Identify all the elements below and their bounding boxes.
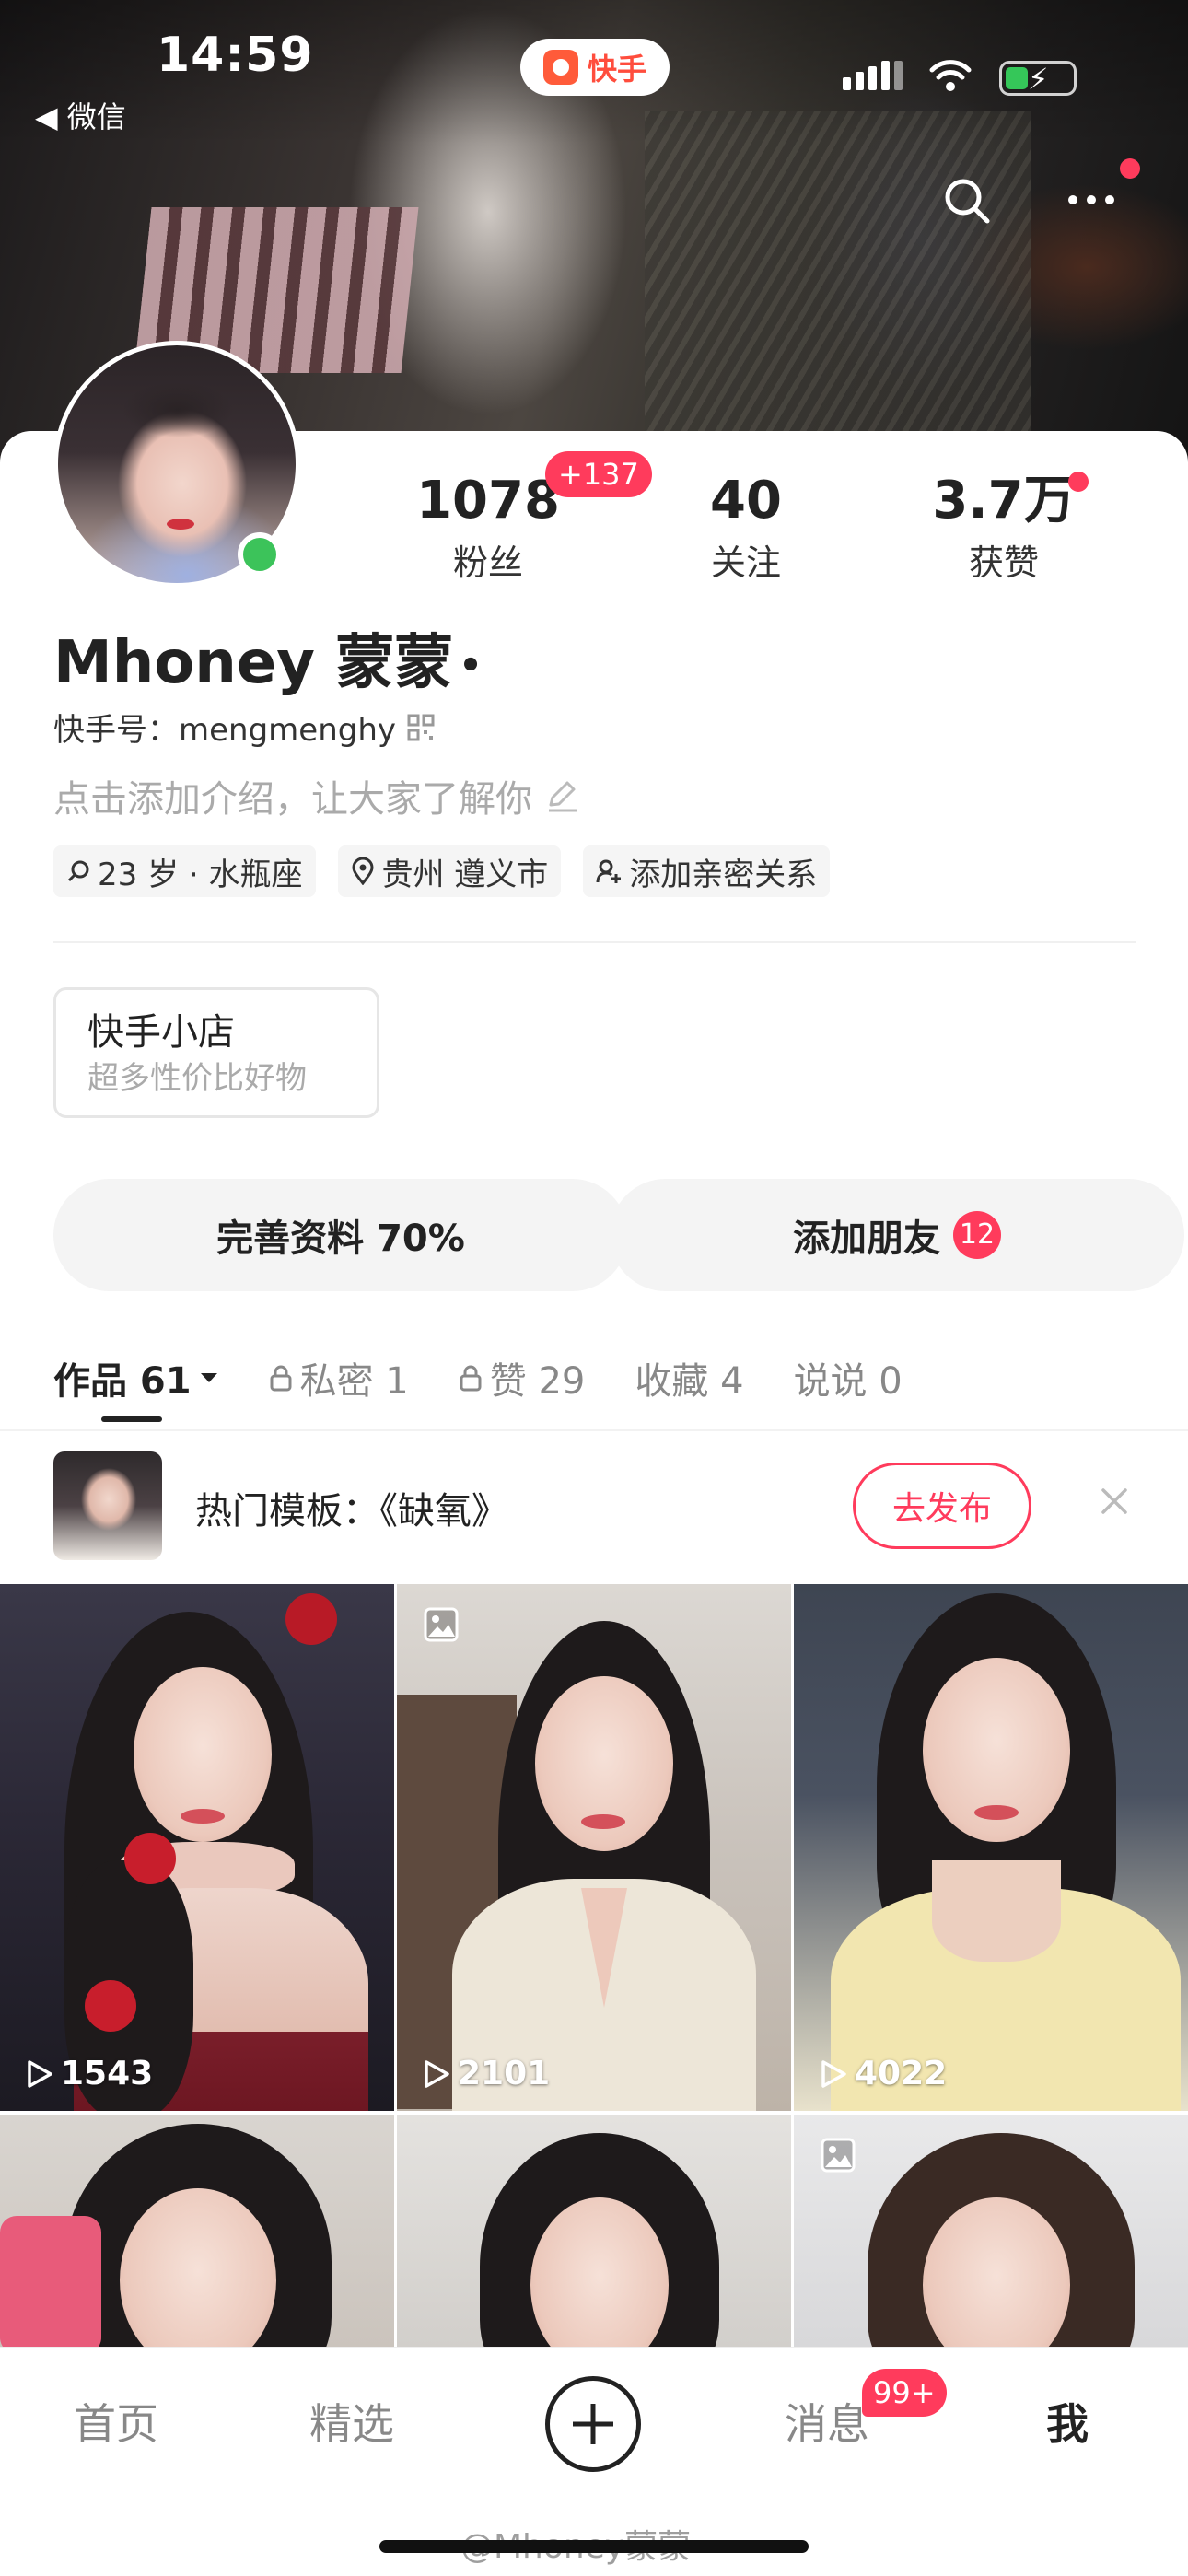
shop-subtitle: 超多性价比好物 <box>87 1060 307 1097</box>
stat-fans-label: 粉丝 <box>452 542 523 583</box>
tab-liked-label: 赞 29 <box>489 1360 586 1403</box>
signal-icon <box>843 61 903 90</box>
add-friend-count-badge: 12 <box>953 1211 1001 1259</box>
intro-prompt[interactable]: 点击添加介绍，让大家了解你 <box>53 769 580 822</box>
kuaishou-logo-icon <box>542 50 578 85</box>
username-text: Mhoney 蒙蒙 <box>53 629 454 697</box>
likes-notification-dot <box>1068 472 1089 492</box>
qrcode-icon[interactable] <box>407 714 435 741</box>
create-post-plus-icon[interactable] <box>545 2376 641 2472</box>
tab-favorites[interactable]: 收藏 4 <box>635 1351 743 1405</box>
add-friend-label: 添加朋友 <box>793 1218 940 1260</box>
shop-title: 快手小店 <box>87 1011 235 1054</box>
tabs-divider <box>0 1429 1188 1431</box>
profile-tags: 23 岁 · 水瓶座 贵州 遵义市 添加亲密关系 <box>53 845 831 897</box>
play-icon <box>28 2059 52 2088</box>
video-tile[interactable] <box>397 2115 791 2347</box>
complete-profile-button[interactable]: 完善资料 70% <box>53 1179 628 1291</box>
tab-works[interactable]: 作品 61 <box>53 1351 219 1405</box>
tag-age[interactable]: 23 岁 · 水瓶座 <box>53 845 316 897</box>
tab-favorites-label: 收藏 4 <box>635 1360 744 1403</box>
active-tab-indicator <box>101 1416 162 1422</box>
publish-template-button[interactable]: 去发布 <box>853 1463 1031 1549</box>
edit-pencil-icon <box>549 781 577 812</box>
tab-private[interactable]: 私密 1 <box>269 1351 409 1405</box>
tab-posts-label: 说说 0 <box>793 1360 903 1403</box>
stat-following-label: 关注 <box>710 542 781 583</box>
view-count: 2101 <box>423 2055 550 2092</box>
video-tile[interactable]: 2101 <box>397 1584 791 2111</box>
stat-likes-label: 获赞 <box>968 542 1039 583</box>
add-friend-button[interactable]: 添加朋友 12 <box>610 1179 1184 1291</box>
view-count-value: 1543 <box>61 2055 154 2092</box>
tab-private-label: 私密 1 <box>299 1360 409 1403</box>
gender-icon <box>67 860 89 882</box>
hot-template-text: 热门模板：《缺氧》 <box>195 1490 508 1533</box>
divider <box>53 941 1136 943</box>
more-icon[interactable] <box>1068 195 1114 204</box>
search-icon[interactable] <box>943 177 991 225</box>
back-to-wechat-link[interactable]: ◀ 微信 <box>35 94 126 136</box>
notification-dot <box>1120 158 1140 179</box>
stat-following[interactable]: 40 关注 <box>654 468 838 585</box>
intro-placeholder: 点击添加介绍，让大家了解你 <box>53 778 532 821</box>
image-post-icon <box>820 2137 856 2174</box>
hot-template-thumbnail[interactable] <box>53 1451 162 1560</box>
play-icon <box>821 2059 846 2088</box>
nav-featured[interactable]: 精选 <box>309 2391 394 2452</box>
kuaishou-shop-card[interactable]: 快手小店 超多性价比好物 <box>53 987 379 1118</box>
tab-posts[interactable]: 说说 0 <box>794 1351 903 1405</box>
view-count-value: 4022 <box>855 2055 948 2092</box>
lock-icon <box>270 1365 292 1392</box>
video-tile[interactable]: 1543 <box>0 1584 394 2111</box>
nav-messages[interactable]: 消息 <box>785 2391 869 2452</box>
messages-count-badge: 99+ <box>862 2369 947 2417</box>
location-pin-icon <box>351 857 374 885</box>
online-status-dot <box>238 532 282 577</box>
video-tile[interactable] <box>794 2115 1188 2347</box>
tag-location[interactable]: 贵州 遵义市 <box>337 845 562 897</box>
home-indicator[interactable] <box>379 2540 809 2553</box>
new-fans-badge: +137 <box>545 451 652 497</box>
add-person-icon <box>596 859 622 883</box>
app-pill[interactable]: 快手 <box>520 39 670 96</box>
kuaishou-id[interactable]: 快手号：mengmenghy <box>53 705 435 750</box>
content-tabs: 作品 61 私密 1 赞 29 收藏 4 说说 0 <box>53 1341 1188 1415</box>
wifi-icon <box>929 60 972 91</box>
video-tile[interactable] <box>0 2115 394 2347</box>
complete-profile-label: 完善资料 70% <box>216 1218 465 1260</box>
tag-add-relationship[interactable]: 添加亲密关系 <box>583 845 831 897</box>
tab-works-label: 作品 61 <box>53 1360 192 1403</box>
app-pill-label: 快手 <box>587 52 646 87</box>
view-count-value: 2101 <box>458 2055 551 2092</box>
lock-icon <box>460 1365 482 1392</box>
username[interactable]: Mhoney 蒙蒙 • <box>53 615 483 700</box>
video-tile[interactable]: 4022 <box>794 1584 1188 2111</box>
nav-home[interactable]: 首页 <box>74 2391 158 2452</box>
tag-age-label: 23 岁 · 水瓶座 <box>98 856 303 893</box>
close-icon[interactable] <box>1098 1485 1131 1518</box>
play-icon <box>425 2059 449 2088</box>
battery-icon: ⚡ <box>999 61 1077 97</box>
username-suffix: • <box>459 645 483 688</box>
tag-add-relationship-label: 添加亲密关系 <box>629 856 818 893</box>
view-count: 4022 <box>820 2055 947 2092</box>
tab-liked[interactable]: 赞 29 <box>459 1351 586 1405</box>
status-time: 14:59 <box>157 28 314 83</box>
view-count: 1543 <box>26 2055 153 2092</box>
stat-following-value: 40 <box>710 471 782 530</box>
caret-down-icon <box>200 1373 217 1382</box>
nav-me[interactable]: 我 <box>1046 2391 1089 2452</box>
image-post-icon <box>423 1606 460 1643</box>
tag-location-label: 贵州 遵义市 <box>381 856 549 893</box>
kuaishou-id-text: 快手号：mengmenghy <box>53 712 397 749</box>
